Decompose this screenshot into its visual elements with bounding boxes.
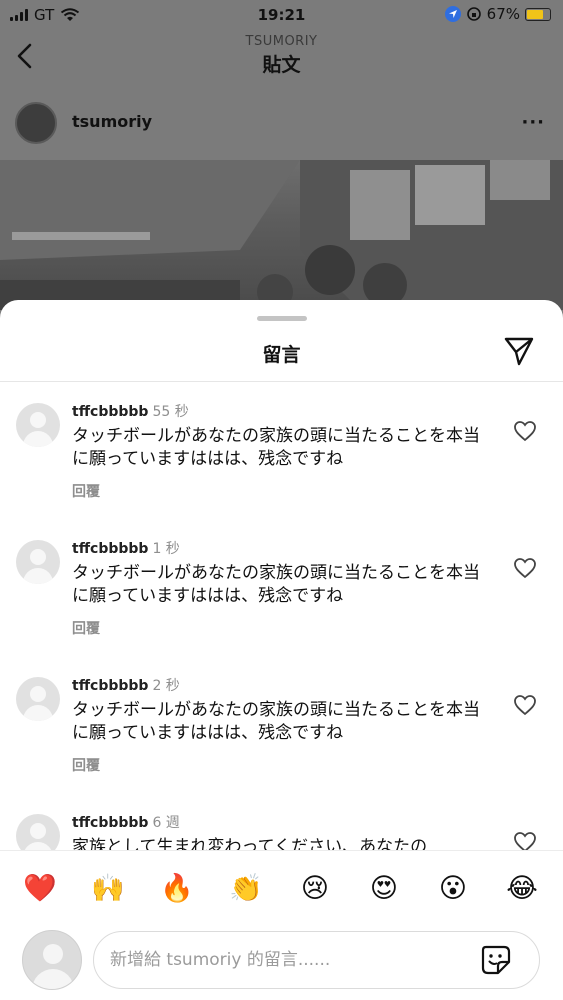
comment-time: 6 週 [152,815,180,831]
like-heart-icon[interactable] [513,831,537,850]
reply-button[interactable]: 回覆 [72,618,100,638]
comment-item: tffcbbbbb 2 秒 タッチボールがあなたの家族の頭に当たることを本当に願っ… [0,656,563,793]
comment-text: タッチボールがあなたの家族の頭に当たることを本当に願っていますははは、残念ですね [72,700,480,743]
comment-time: 1 秒 [152,541,180,557]
post-header: tsumoriy ··· [0,96,563,152]
comment-text: タッチボールがあなたの家族の頭に当たることを本当に願っていますははは、残念ですね [72,426,480,469]
commenter-avatar[interactable] [16,814,60,850]
sticker-icon[interactable] [480,944,512,976]
emoji-clap-button[interactable]: 👏 [228,871,264,907]
comment-input[interactable] [93,931,540,989]
drag-handle[interactable] [257,316,307,321]
comments-sheet: 留言 tffcbbbbb 55 秒 タッチボールがあなたの家族の頭に当たることを本… [0,300,563,1000]
emoji-crying-button[interactable]: 😢 [297,871,333,907]
location-icon [444,6,461,22]
status-bar: GT 19:21 67% [0,0,563,32]
comment-time: 2 秒 [152,678,180,694]
share-icon[interactable] [503,336,535,366]
current-user-avatar [22,930,82,990]
emoji-fire-button[interactable]: 🔥 [159,871,195,907]
comment-item: tffcbbbbb 55 秒 タッチボールがあなたの家族の頭に当たることを本当に願… [0,382,563,519]
comment-item: tffcbbbbb6 週 家族として生まれ変わってください、あなたの 回覆 [0,793,563,850]
commenter-username[interactable]: tffcbbbbb [72,678,148,694]
orientation-lock-icon [466,7,481,21]
battery-percent: 67% [486,5,520,23]
post-author-avatar[interactable] [15,102,57,144]
like-heart-icon[interactable] [513,694,537,716]
more-options-icon[interactable]: ··· [521,112,545,133]
commenter-username[interactable]: tffcbbbbb [72,815,148,831]
battery-icon [525,7,551,21]
emoji-raised-hands-button[interactable]: 🙌 [90,871,126,907]
post-photo [0,160,563,310]
comment-time: 55 秒 [152,404,189,420]
post-author-username[interactable]: tsumoriy [72,112,152,131]
commenter-avatar[interactable] [16,403,60,447]
emoji-laughing-button[interactable]: 😂 [504,871,540,907]
emoji-surprised-button[interactable]: 😮 [435,871,471,907]
emoji-heart-eyes-button[interactable]: 😍 [366,871,402,907]
comment-item: tffcbbbbb 1 秒 タッチボールがあなたの家族の頭に当たることを本当に願っ… [0,519,563,656]
commenter-username[interactable]: tffcbbbbb [72,404,148,420]
commenter-username[interactable]: tffcbbbbb [72,541,148,557]
commenter-avatar[interactable] [16,677,60,721]
reply-button[interactable]: 回覆 [72,481,100,501]
comment-list: tffcbbbbb 55 秒 タッチボールがあなたの家族の頭に当たることを本当に願… [0,382,563,850]
reply-button[interactable]: 回覆 [72,755,100,775]
sheet-title: 留言 [262,344,301,366]
emoji-heart-button[interactable]: ❤️ [22,871,58,907]
like-heart-icon[interactable] [513,557,537,579]
nav-subtitle: TSUMORIY [245,34,318,49]
comment-text: タッチボールがあなたの家族の頭に当たることを本当に願っていますははは、残念ですね [72,563,480,606]
page-title: 貼文 [262,54,301,76]
comment-text: 家族として生まれ変わってください、あなたの [72,837,428,850]
like-heart-icon[interactable] [513,420,537,442]
emoji-quick-bar: ❤️ 🙌 🔥 👏 😢 😍 😮 😂 [0,850,563,926]
comment-composer [0,926,563,1000]
top-nav: TSUMORIY 貼文 [0,32,563,88]
commenter-avatar[interactable] [16,540,60,584]
